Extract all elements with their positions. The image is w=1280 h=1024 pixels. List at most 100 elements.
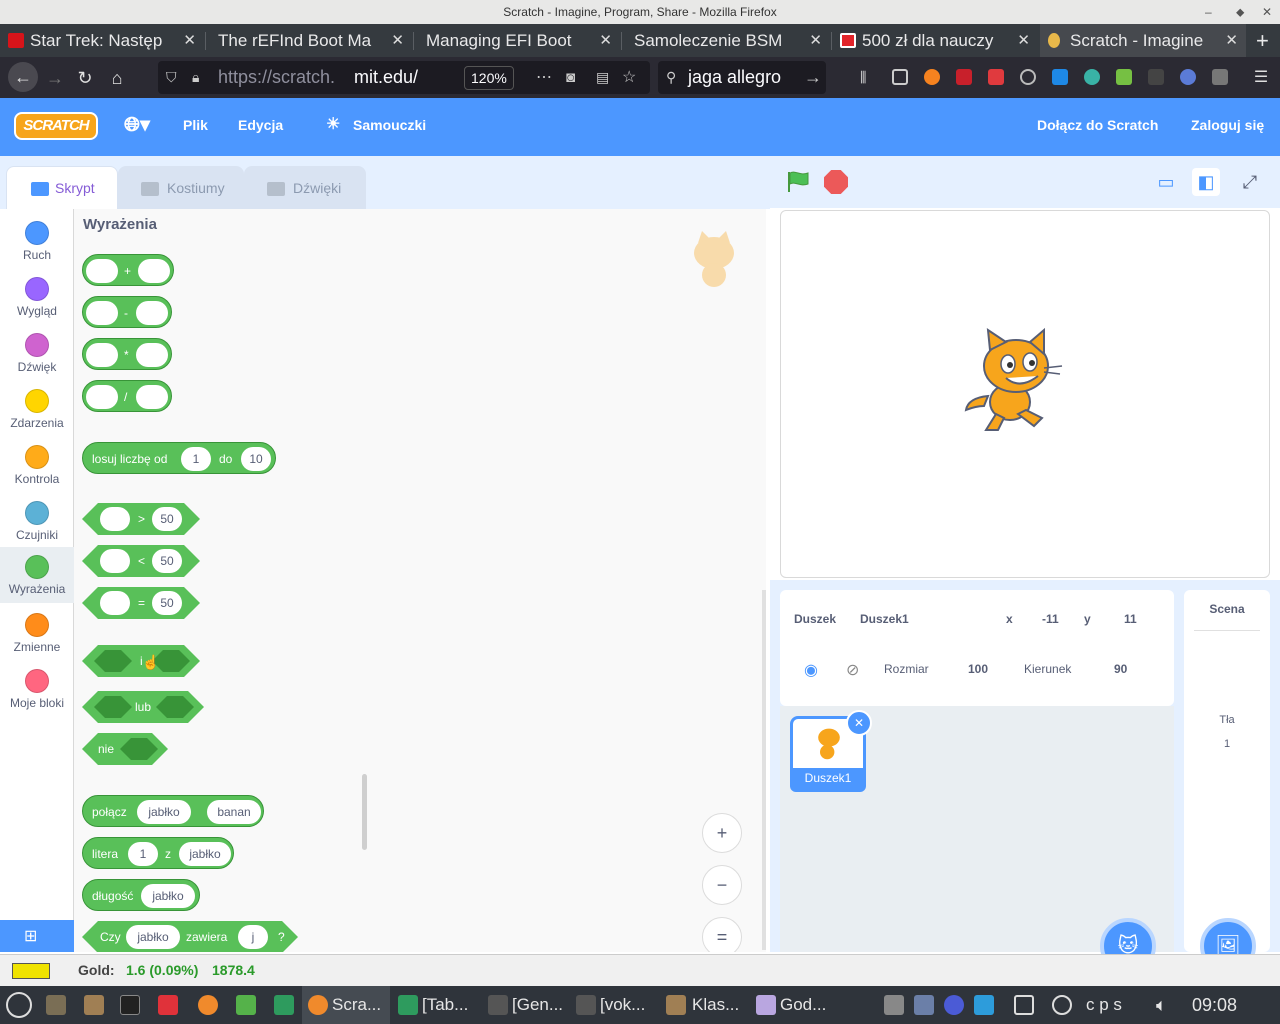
browser-tab[interactable]: 500 zł dla nauczy ✕ bbox=[832, 24, 1038, 57]
block-input[interactable] bbox=[138, 259, 170, 283]
hide-eye-icon[interactable]: ⊘ bbox=[846, 660, 859, 680]
firefox-launcher-icon[interactable] bbox=[198, 995, 218, 1015]
home-icon[interactable]: ⌂ bbox=[104, 65, 130, 91]
block-input[interactable] bbox=[100, 507, 130, 531]
extension-icon[interactable] bbox=[1212, 69, 1228, 85]
taskbar-item[interactable]: God... bbox=[754, 986, 826, 1024]
block-input[interactable] bbox=[86, 301, 118, 325]
tray-icon[interactable] bbox=[884, 995, 904, 1015]
block-not[interactable]: nie bbox=[82, 733, 168, 765]
block-bool-input[interactable] bbox=[94, 696, 132, 718]
add-extension-button[interactable]: ⊞ bbox=[0, 920, 74, 952]
tray-icon[interactable] bbox=[914, 995, 934, 1015]
show-eye-icon[interactable]: ◉ bbox=[804, 660, 818, 680]
browser-tab-active[interactable]: Scratch - Imagine ✕ bbox=[1040, 24, 1246, 57]
block-and[interactable]: i ☝ bbox=[82, 645, 200, 677]
delete-sprite-icon[interactable]: ✕ bbox=[846, 710, 872, 736]
library-icon[interactable]: ⫼ bbox=[860, 69, 876, 85]
globe-icon[interactable]: 🌐︎▾ bbox=[124, 98, 150, 152]
size-input[interactable]: 100 bbox=[968, 662, 988, 676]
block-input[interactable]: jabłko bbox=[126, 925, 180, 949]
teams-icon[interactable] bbox=[944, 995, 964, 1015]
menu-edit[interactable]: Edycja bbox=[238, 98, 283, 152]
tab-costumes[interactable]: Kostiumy bbox=[118, 166, 244, 209]
app-icon[interactable] bbox=[158, 995, 178, 1015]
green-flag-icon[interactable] bbox=[786, 170, 812, 194]
app-icon[interactable] bbox=[236, 995, 256, 1015]
category-operators[interactable]: Wyrażenia bbox=[0, 547, 74, 603]
volume-icon[interactable]: 🔈︎ bbox=[1156, 986, 1167, 1024]
category-sound[interactable]: Dźwięk bbox=[0, 325, 74, 381]
category-control[interactable]: Kontrola bbox=[0, 437, 74, 493]
join-scratch-link[interactable]: Dołącz do Scratch bbox=[1037, 98, 1158, 152]
category-events[interactable]: Zdarzenia bbox=[0, 381, 74, 437]
browser-tab[interactable]: Samoleczenie BSM ✕ bbox=[622, 24, 830, 57]
block-or[interactable]: lub bbox=[82, 691, 204, 723]
zoom-in-icon[interactable]: + bbox=[702, 813, 742, 853]
close-tab-icon[interactable]: ✕ bbox=[599, 24, 612, 57]
block-input[interactable] bbox=[86, 343, 118, 367]
y-input[interactable]: 11 bbox=[1124, 612, 1137, 626]
workspace-scrollbar[interactable] bbox=[762, 590, 766, 950]
scratch-logo[interactable]: SCRATCH bbox=[14, 112, 98, 140]
large-stage-icon[interactable]: ◧ bbox=[1192, 168, 1220, 196]
block-input[interactable]: 50 bbox=[152, 507, 182, 531]
tray-icon[interactable] bbox=[974, 995, 994, 1015]
zoom-reset-icon[interactable]: = bbox=[702, 917, 742, 952]
extension-icon[interactable] bbox=[1116, 69, 1132, 85]
start-menu-icon[interactable] bbox=[6, 992, 32, 1018]
go-arrow-icon[interactable]: → bbox=[804, 61, 822, 94]
taskbar-item[interactable]: [vok... bbox=[574, 986, 645, 1024]
block-input[interactable] bbox=[136, 385, 168, 409]
extension-icon[interactable] bbox=[1052, 69, 1068, 85]
sign-in-link[interactable]: Zaloguj się bbox=[1191, 98, 1264, 152]
new-tab-button[interactable]: + bbox=[1250, 24, 1280, 57]
sprite-name-input[interactable]: Duszek1 bbox=[860, 612, 980, 638]
block-length-of[interactable]: długość jabłko bbox=[82, 879, 200, 911]
back-icon[interactable]: ← bbox=[8, 62, 38, 92]
palette-scrollbar[interactable] bbox=[362, 774, 367, 850]
search-bar[interactable]: ⚲ jaga allegro → bbox=[658, 61, 826, 94]
minimize-icon[interactable]: – bbox=[1205, 0, 1212, 24]
block-less-than[interactable]: < 50 bbox=[82, 545, 200, 577]
block-input[interactable]: jabłko bbox=[141, 884, 195, 908]
maximize-icon[interactable]: ⬥ bbox=[1236, 0, 1244, 24]
category-motion[interactable]: Ruch bbox=[0, 213, 74, 269]
taskbar-item[interactable]: [Tab... bbox=[396, 986, 468, 1024]
fullscreen-icon[interactable]: ⤢ bbox=[1236, 168, 1264, 196]
block-input[interactable]: jabłko bbox=[137, 800, 191, 824]
extension-icon[interactable] bbox=[1148, 69, 1164, 85]
block-input[interactable]: j bbox=[238, 925, 268, 949]
category-variables[interactable]: Zmienne bbox=[0, 605, 74, 661]
menu-tutorials[interactable]: Samouczki bbox=[353, 98, 426, 152]
pocket-icon[interactable]: ◙ bbox=[566, 61, 575, 94]
extension-icon[interactable] bbox=[1180, 69, 1196, 85]
block-random[interactable]: losuj liczbę od 1 do 10 bbox=[82, 442, 276, 474]
block-join[interactable]: połącz jabłko banan bbox=[82, 795, 264, 827]
block-bool-input[interactable] bbox=[94, 650, 132, 672]
block-input[interactable]: 1 bbox=[128, 842, 158, 866]
url-bar[interactable]: ⛉ 🔒︎ https://scratch. mit.edu/ 120% ⋯ ◙ … bbox=[158, 61, 650, 94]
block-add[interactable]: + bbox=[82, 254, 174, 286]
block-input[interactable] bbox=[100, 549, 130, 573]
block-input[interactable]: 50 bbox=[152, 591, 182, 615]
block-equals[interactable]: = 50 bbox=[82, 587, 200, 619]
block-bool-input[interactable] bbox=[156, 696, 194, 718]
extension-icon[interactable] bbox=[1084, 69, 1100, 85]
zoom-indicator[interactable]: 120% bbox=[464, 66, 514, 90]
reload-icon[interactable]: ↻ bbox=[72, 65, 98, 91]
app-launcher-icon[interactable] bbox=[46, 995, 66, 1015]
close-tab-icon[interactable]: ✕ bbox=[1225, 24, 1238, 57]
block-input[interactable]: 50 bbox=[152, 549, 182, 573]
sidebar-icon[interactable] bbox=[892, 69, 908, 85]
extension-icon[interactable] bbox=[988, 69, 1004, 85]
block-greater-than[interactable]: > 50 bbox=[82, 503, 200, 535]
category-looks[interactable]: Wygląd bbox=[0, 269, 74, 325]
block-contains[interactable]: Czy jabłko zawiera j ? bbox=[82, 921, 298, 952]
stage-selector[interactable]: Scena Tła 1 bbox=[1184, 590, 1270, 952]
window-icon[interactable] bbox=[1014, 995, 1034, 1015]
category-sensing[interactable]: Czujniki bbox=[0, 493, 74, 549]
terminal-icon[interactable] bbox=[120, 995, 140, 1015]
location-icon[interactable] bbox=[1052, 995, 1072, 1015]
cat-sprite[interactable] bbox=[958, 326, 1068, 438]
